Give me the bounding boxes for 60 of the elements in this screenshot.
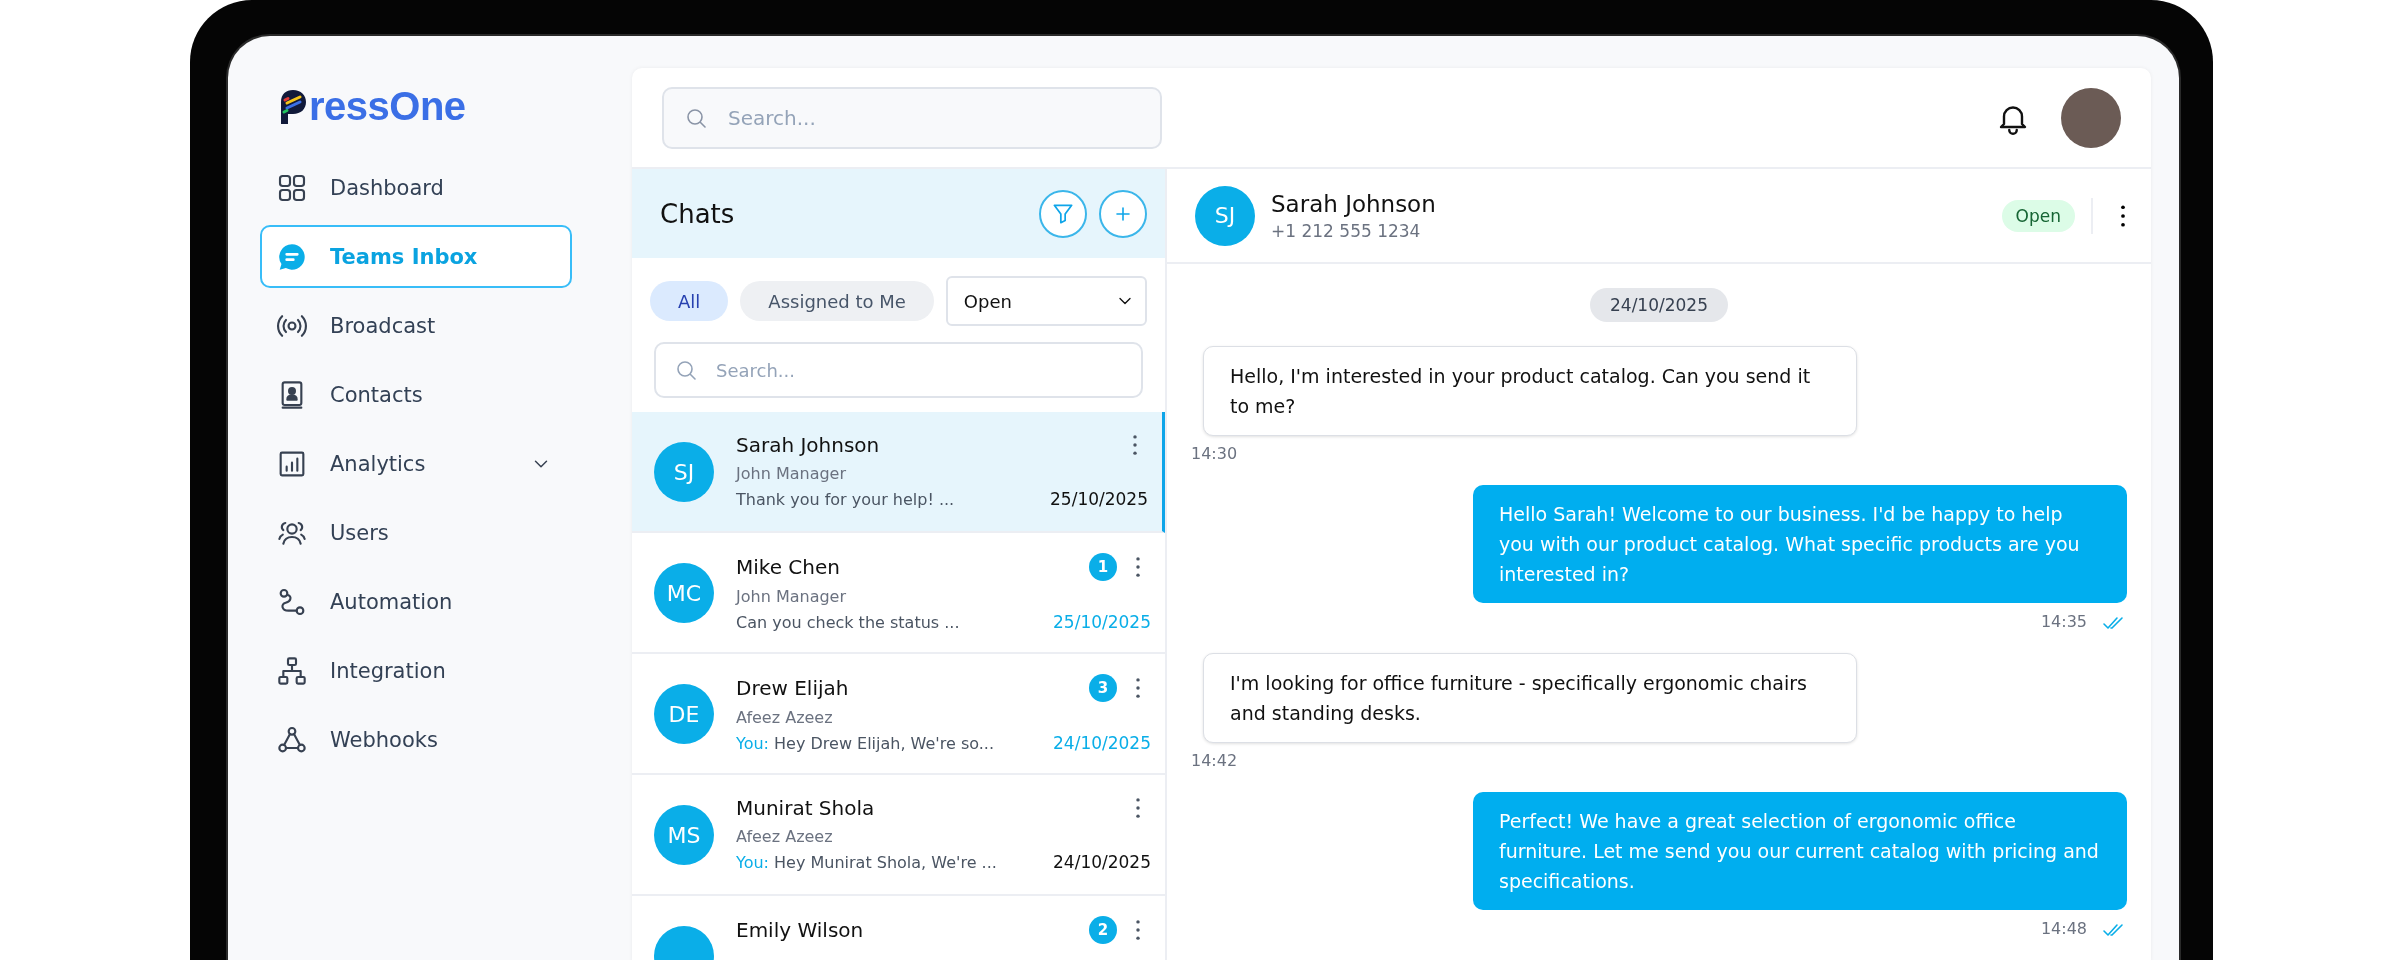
message-preview: You: Hey Drew Elijah, We're so... bbox=[736, 733, 995, 753]
unread-count: 1 bbox=[1089, 553, 1117, 581]
contact-name: Sarah Johnson bbox=[736, 433, 881, 457]
chat-date: 24/10/2025 bbox=[1053, 852, 1151, 872]
assigned-agent: Afeez Azeez bbox=[736, 708, 834, 727]
date-divider: 24/10/2025 bbox=[1590, 288, 1728, 322]
chats-title: Chats bbox=[660, 198, 736, 229]
contact-avatar: SJ bbox=[1195, 185, 1255, 246]
assigned-agent: John Manager bbox=[736, 464, 847, 483]
nav-item[interactable]: Automation bbox=[260, 570, 572, 633]
status-dropdown[interactable]: Open bbox=[945, 276, 1147, 326]
message-time: 14:42 bbox=[1191, 751, 1238, 770]
contact-name: Emily Wilson bbox=[736, 918, 865, 942]
hierarchy-icon bbox=[276, 654, 308, 687]
status-badge: Open bbox=[2001, 199, 2075, 232]
message-time: 14:48 bbox=[2040, 918, 2087, 938]
contact-phone: +1 212 555 1234 bbox=[1271, 220, 1422, 241]
nav-item[interactable]: Users bbox=[260, 501, 572, 564]
contact-name: Munirat Shola bbox=[736, 796, 876, 820]
filter-tab[interactable]: Assigned to Me bbox=[740, 281, 934, 321]
message-time: 14:35 bbox=[2040, 611, 2087, 631]
contact-avatar: SJ bbox=[654, 442, 714, 502]
received-message: Hello, I'm interested in your product catalog. Can you send it to me? bbox=[1203, 346, 1857, 436]
search-icon bbox=[674, 358, 698, 382]
sent-message: Perfect! We have a great selection of ergonomic office furniture. Let me send you our current catalog with pricing and specifications. bbox=[1473, 792, 2127, 910]
nav-item[interactable]: Broadcast bbox=[260, 294, 572, 357]
nav-item[interactable]: Contacts bbox=[260, 363, 572, 426]
contact-name: Sarah Johnson bbox=[1271, 190, 1437, 217]
message-preview: Thank you for your help! ... bbox=[736, 489, 956, 509]
message-time: 14:30 bbox=[1191, 444, 1238, 463]
contact-avatar: DE bbox=[654, 684, 714, 744]
brand-name: ressOne bbox=[309, 86, 466, 126]
contact-avatar: MS bbox=[654, 805, 714, 865]
chat-row[interactable]: MS Munirat Shola Afeez Azeez You: Hey Munirat Shola, We're ... 24/10/2025 bbox=[632, 775, 1165, 896]
assigned-agent: Afeez Azeez bbox=[736, 827, 834, 846]
chat-row[interactable]: Emily Wilson 2 bbox=[632, 896, 1165, 960]
chat-date: 25/10/2025 bbox=[1050, 489, 1148, 509]
contact-avatar: MC bbox=[654, 563, 714, 623]
add-chat-button[interactable] bbox=[1099, 189, 1147, 238]
nav-item[interactable]: Dashboard bbox=[260, 156, 572, 219]
received-message: I'm looking for office furniture - specifically ergonomic chairs and standing desks. bbox=[1203, 653, 1857, 743]
contact-name: Mike Chen bbox=[736, 555, 841, 579]
logo-icon bbox=[278, 88, 308, 126]
sent-message: Hello Sarah! Welcome to our business. I'd be happy to help you with our product catalog. What specific products are you interested in? bbox=[1473, 485, 2127, 603]
message-preview: Can you check the status ... bbox=[736, 612, 961, 632]
nav-item[interactable]: Webhooks bbox=[260, 708, 572, 771]
filter-button[interactable] bbox=[1039, 189, 1087, 238]
filter-tab[interactable]: All bbox=[650, 281, 729, 321]
unread-count: 2 bbox=[1089, 916, 1117, 944]
unread-count: 3 bbox=[1089, 674, 1117, 702]
assigned-agent: John Manager bbox=[736, 587, 847, 606]
chat-row[interactable]: DE Drew Elijah 3 Afeez Azeez You: Hey Drew Elijah, We're so... 24/10/2025 bbox=[632, 654, 1165, 775]
chat-row[interactable]: SJ Sarah Johnson John Manager Thank you for your help! ... 25/10/2025 bbox=[632, 412, 1165, 533]
chat-row[interactable]: MC Mike Chen 1 John Manager Can you check the status ... 25/10/2025 bbox=[632, 533, 1165, 654]
contact-name: Drew Elijah bbox=[736, 676, 850, 700]
chat-date: 24/10/2025 bbox=[1053, 733, 1151, 753]
message-preview: You: Hey Munirat Shola, We're ... bbox=[736, 852, 998, 872]
nav-item[interactable]: Integration bbox=[260, 639, 572, 702]
chat-date: 25/10/2025 bbox=[1053, 612, 1151, 632]
nav-item[interactable]: Analytics bbox=[260, 432, 572, 495]
